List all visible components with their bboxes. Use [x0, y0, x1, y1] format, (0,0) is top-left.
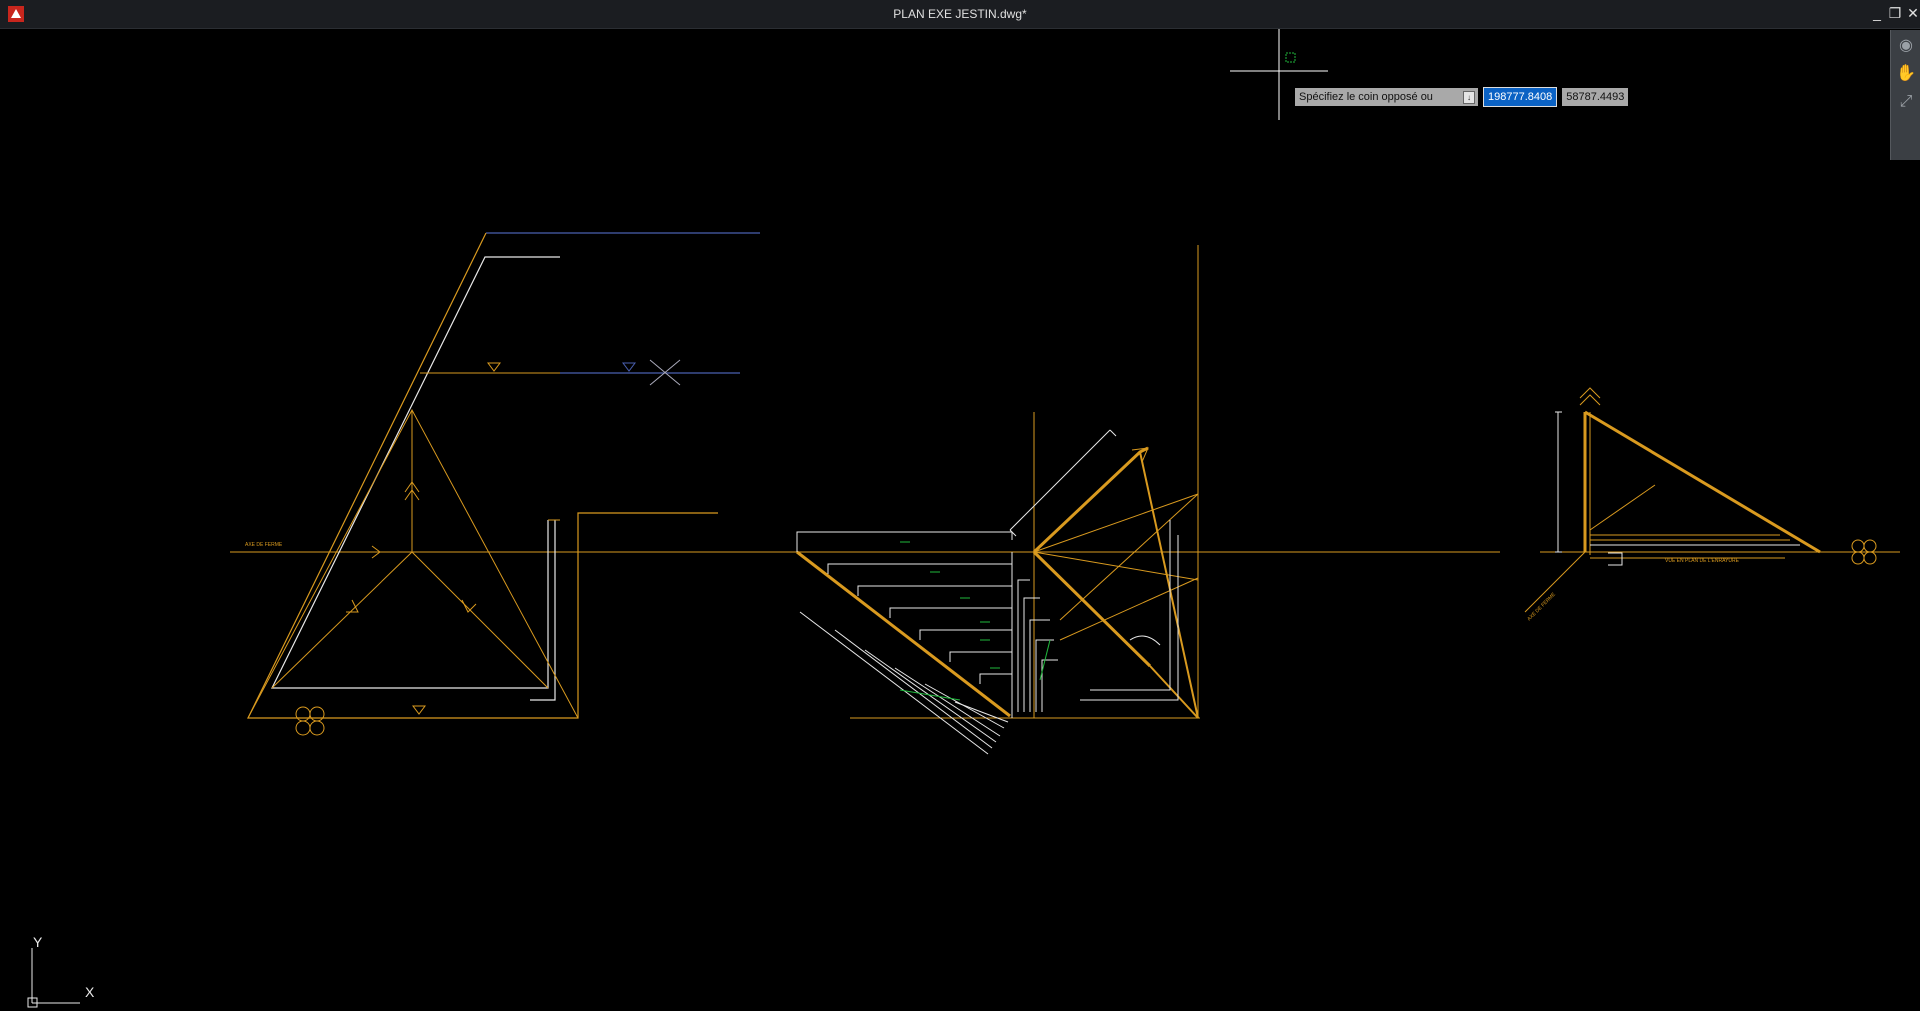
command-prompt-label: Spécifiez le coin opposé ou ↓ — [1295, 88, 1478, 106]
left-truss-drawing — [247, 232, 760, 736]
ucs-y-label: Y — [33, 934, 43, 950]
right-rafter-drawing — [1524, 387, 1877, 613]
crosshair-cursor — [1230, 29, 1328, 120]
y-coordinate-input[interactable]: 58787.4493 — [1562, 88, 1629, 106]
steering-wheel-icon[interactable]: ◉ — [1894, 34, 1918, 58]
vue-plan-label: VUE EN PLAN DE L'ENRAYURE — [1665, 558, 1739, 564]
close-button[interactable]: ✕ — [1904, 4, 1920, 22]
axe-ferme-label: AXE DE FERME — [245, 542, 283, 548]
zoom-icon[interactable]: ⤢ — [1894, 90, 1918, 114]
ucs-x-label: X — [85, 984, 95, 1000]
navigation-bar: ◉ ✋ ⤢ — [1890, 30, 1920, 160]
ucs-icon — [27, 948, 80, 1008]
prompt-options-icon[interactable]: ↓ — [1463, 91, 1475, 104]
title-bar: PLAN EXE JESTIN.dwg* _ ❐ ✕ — [0, 0, 1920, 29]
center-stair-drawing — [796, 245, 1200, 755]
pan-icon[interactable]: ✋ — [1894, 62, 1918, 86]
minimize-button[interactable]: _ — [1868, 4, 1886, 22]
dynamic-input-prompt[interactable]: Spécifiez le coin opposé ou ↓ 198777.840… — [1295, 87, 1629, 107]
window-title: PLAN EXE JESTIN.dwg* — [893, 7, 1027, 21]
command-prompt-text: Spécifiez le coin opposé ou — [1299, 91, 1433, 103]
drawing-canvas[interactable]: Y X AXE DE FERME VUE EN PLAN DE L'ENRAYU… — [0, 29, 1920, 1011]
restore-button[interactable]: ❐ — [1886, 4, 1904, 22]
drawing-svg — [27, 29, 1900, 1008]
x-coordinate-input[interactable]: 198777.8408 — [1482, 87, 1558, 107]
